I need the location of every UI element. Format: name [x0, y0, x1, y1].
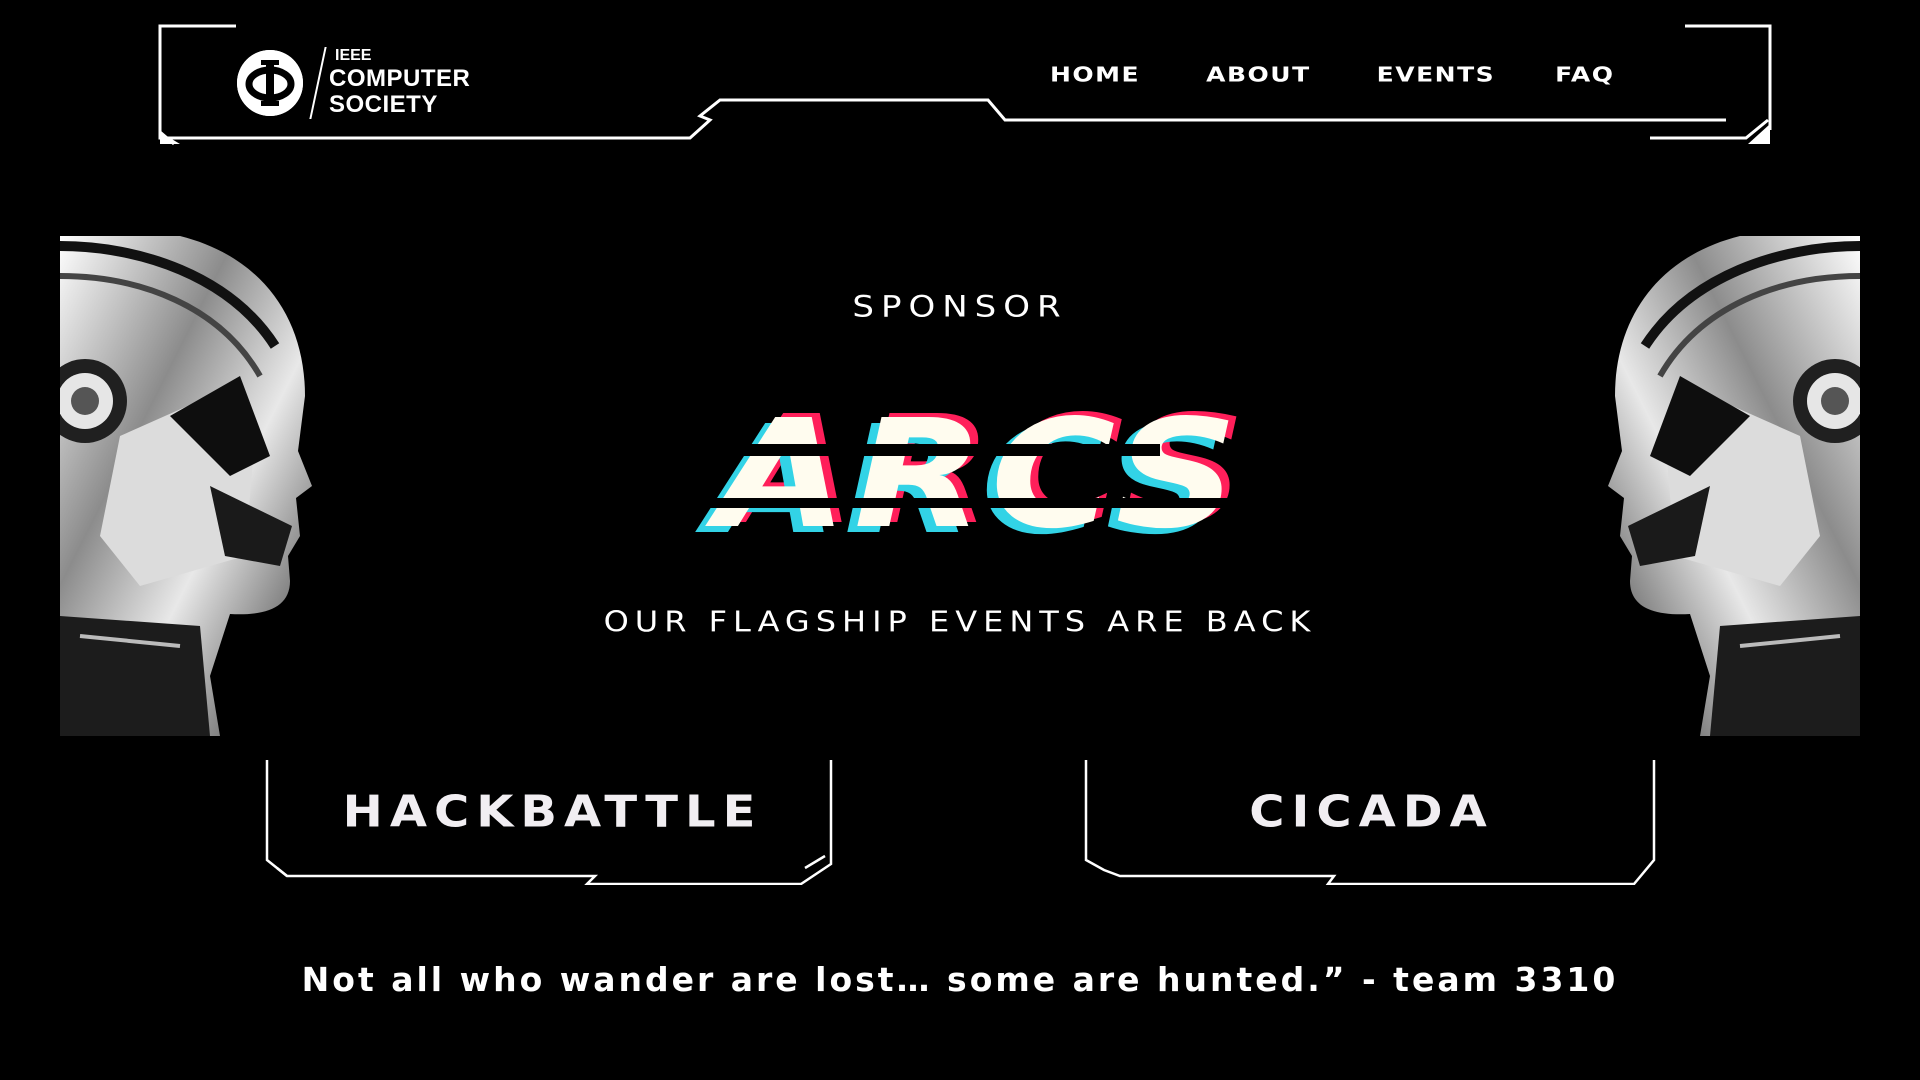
- hackbattle-button[interactable]: HACKBATTLE: [265, 760, 840, 885]
- cicada-label: CICADA: [1249, 786, 1494, 838]
- hackbattle-label: HACKBATTLE: [342, 786, 763, 838]
- logo-text: IEEE COMPUTER SOCIETY: [329, 46, 471, 119]
- logo-line-ieee: IEEE: [335, 46, 372, 64]
- logo-line-society: SOCIETY: [329, 90, 438, 118]
- nav-events[interactable]: EVENTS: [1377, 63, 1496, 87]
- nav-home[interactable]: HOME: [1050, 63, 1140, 87]
- quote-text: Not all who wander are lost… some are hu…: [301, 960, 1619, 999]
- ieee-computer-society-logo[interactable]: IEEE COMPUTER SOCIETY: [237, 47, 470, 119]
- arcs-title-main-layer: ARCS: [716, 387, 1244, 563]
- cicada-button[interactable]: CICADA: [1084, 760, 1659, 885]
- nav-about[interactable]: ABOUT: [1206, 63, 1311, 87]
- glitch-bar: [680, 498, 1380, 508]
- nav-faq[interactable]: FAQ: [1555, 63, 1614, 87]
- hero-tagline: OUR FLAGSHIP EVENTS ARE BACK: [603, 605, 1317, 639]
- page: IEEE COMPUTER SOCIETY HOME ABOUT EVENTS …: [0, 0, 1920, 1080]
- arcs-title: ARCS ARCS ARCS: [560, 380, 1400, 570]
- ieee-computer-society-logo-icon: [237, 50, 303, 116]
- sponsor-kicker: SPONSOR: [852, 290, 1068, 324]
- logo-line-computer: COMPUTER: [329, 64, 471, 92]
- glitch-bar: [600, 444, 1160, 456]
- logo-divider: [309, 47, 327, 119]
- main-nav: HOME ABOUT EVENTS FAQ: [1050, 60, 1614, 89]
